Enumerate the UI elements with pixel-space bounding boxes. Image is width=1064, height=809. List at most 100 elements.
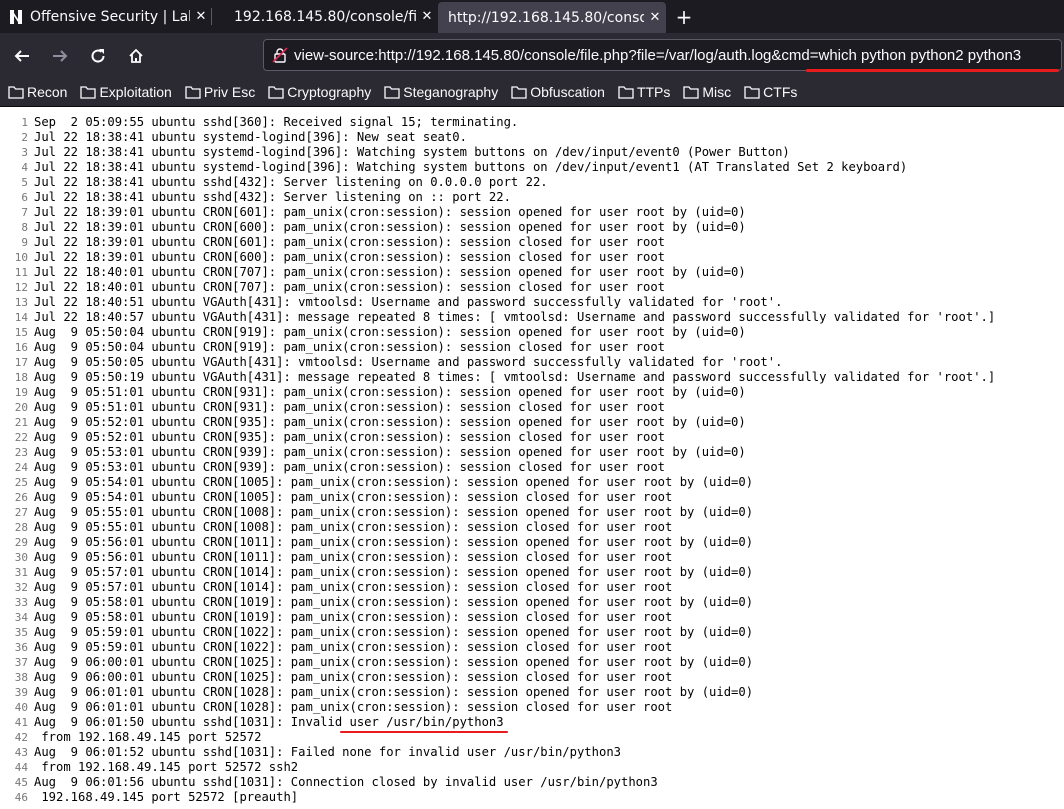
bookmark-label: Exploitation: [99, 84, 172, 100]
bookmark-folder-misc[interactable]: Misc: [683, 84, 731, 100]
close-tab-icon[interactable]: ✕: [190, 9, 212, 24]
source-line-text: Jul 22 18:39:01 ubuntu CRON[600]: pam_un…: [34, 220, 746, 234]
line-number: 5: [21, 176, 28, 189]
line-number: 9: [21, 236, 28, 249]
line-number: 29: [14, 536, 28, 549]
source-line: 18 Aug 9 05:50:19 ubuntu VGAuth[431]: mes…: [0, 370, 1064, 385]
source-line-text: Aug 9 06:01:01 ubuntu CRON[1028]: pam_un…: [34, 700, 673, 714]
source-line-text: Aug 9 06:01:01 ubuntu CRON[1028]: pam_un…: [34, 685, 754, 699]
line-number: 1: [21, 116, 28, 129]
new-tab-button[interactable]: +: [666, 0, 702, 33]
reload-icon: [91, 48, 105, 63]
tab-title: Offensive Security | Labs | Provin: [30, 8, 190, 25]
bookmark-label: Priv Esc: [203, 84, 256, 100]
source-line-text: Aug 9 06:00:01 ubuntu CRON[1025]: pam_un…: [34, 655, 754, 669]
bookmark-folder-ctfs[interactable]: CTFs: [744, 84, 797, 100]
line-number: 37: [14, 656, 28, 669]
line-number: 27: [14, 506, 28, 519]
line-number: 18: [14, 371, 28, 384]
source-line: 27 Aug 9 05:55:01 ubuntu CRON[1008]: pam_…: [0, 505, 1064, 520]
bookmark-folder-steganography[interactable]: Steganography: [384, 84, 498, 100]
bookmark-label: Misc: [702, 84, 732, 100]
source-line-text: Aug 9 05:50:19 ubuntu VGAuth[431]: messa…: [34, 370, 996, 384]
bookmark-label: Cryptography: [287, 84, 372, 100]
tab-title: 192.168.145.80/console/file.php?fi: [234, 8, 416, 25]
line-number: 31: [14, 566, 28, 579]
line-number: 11: [14, 266, 28, 279]
line-number: 33: [14, 596, 28, 609]
source-line: 43 Aug 9 06:01:52 ubuntu sshd[1031]: Fail…: [0, 745, 1064, 760]
source-line-text: Aug 9 05:55:01 ubuntu CRON[1008]: pam_un…: [34, 520, 673, 534]
source-line-text: Jul 22 18:39:01 ubuntu CRON[601]: pam_un…: [34, 235, 666, 249]
source-line: 26 Aug 9 05:54:01 ubuntu CRON[1005]: pam_…: [0, 490, 1064, 505]
source-line-text: Aug 9 05:50:04 ubuntu CRON[919]: pam_uni…: [34, 340, 666, 354]
source-line-text: Aug 9 05:59:01 ubuntu CRON[1022]: pam_un…: [34, 640, 673, 654]
line-number: 44: [14, 761, 28, 774]
source-line-text: Jul 22 18:38:41 ubuntu systemd-logind[39…: [34, 160, 908, 174]
source-line: 8 Jul 22 18:39:01 ubuntu CRON[600]: pam_u…: [0, 220, 1064, 235]
line-number: 26: [14, 491, 28, 504]
source-line: 6 Jul 22 18:38:41 ubuntu sshd[432]: Serve…: [0, 190, 1064, 205]
back-button[interactable]: [6, 40, 38, 72]
source-line-text: Jul 22 18:39:01 ubuntu CRON[601]: pam_un…: [34, 205, 746, 219]
source-line-text: Jul 22 18:40:01 ubuntu CRON[707]: pam_un…: [34, 280, 666, 294]
source-line-text: Aug 9 05:55:01 ubuntu CRON[1008]: pam_un…: [34, 505, 754, 519]
line-number: 35: [14, 626, 28, 639]
source-line: 36 Aug 9 05:59:01 ubuntu CRON[1022]: pam_…: [0, 640, 1064, 655]
bookmark-label: Steganography: [403, 84, 499, 100]
bookmark-folder-ttps[interactable]: TTPs: [618, 84, 670, 100]
source-line: 9 Jul 22 18:39:01 ubuntu CRON[601]: pam_u…: [0, 235, 1064, 250]
line-number: 41: [14, 716, 28, 729]
source-line: 12 Jul 22 18:40:01 ubuntu CRON[707]: pam_…: [0, 280, 1064, 295]
line-number: 39: [14, 686, 28, 699]
reload-button[interactable]: [82, 40, 114, 72]
source-line: 40 Aug 9 06:01:01 ubuntu CRON[1028]: pam_…: [0, 700, 1064, 715]
source-line-text: Jul 22 18:38:41 ubuntu systemd-logind[39…: [34, 130, 467, 144]
bookmark-label: CTFs: [763, 84, 798, 100]
line-number: 42: [14, 731, 28, 744]
home-button[interactable]: [120, 40, 152, 72]
line-number: 17: [14, 356, 28, 369]
bookmark-label: TTPs: [636, 84, 671, 100]
source-line: 1 Sep 2 05:09:55 ubuntu sshd[360]: Receiv…: [0, 115, 1064, 130]
source-line: 28 Aug 9 05:55:01 ubuntu CRON[1008]: pam_…: [0, 520, 1064, 535]
line-number: 6: [21, 191, 28, 204]
bookmark-folder-cryptography[interactable]: Cryptography: [268, 84, 371, 100]
bookmark-folder-obfuscation[interactable]: Obfuscation: [511, 84, 605, 100]
line-number: 40: [14, 701, 28, 714]
bookmark-label: Recon: [27, 84, 68, 100]
folder-icon: [683, 86, 700, 99]
bookmark-folder-exploitation[interactable]: Exploitation: [80, 84, 172, 100]
source-line: 13 Jul 22 18:40:51 ubuntu VGAuth[431]: vm…: [0, 295, 1064, 310]
back-arrow-icon: [14, 49, 29, 62]
source-line-text: Aug 9 05:57:01 ubuntu CRON[1014]: pam_un…: [34, 580, 673, 594]
close-tab-icon[interactable]: ✕: [416, 9, 438, 24]
bookmark-label: Obfuscation: [530, 84, 605, 100]
bookmark-folder-recon[interactable]: Recon: [8, 84, 67, 100]
source-line: 34 Aug 9 05:58:01 ubuntu CRON[1019]: pam_…: [0, 610, 1064, 625]
source-line-text: Jul 22 18:40:01 ubuntu CRON[707]: pam_un…: [34, 265, 746, 279]
tab-offensive-security[interactable]: Offensive Security | Labs | Provin ✕: [0, 0, 212, 33]
source-line-text: Jul 22 18:38:41 ubuntu sshd[432]: Server…: [34, 190, 511, 204]
source-line-text: Aug 9 05:54:01 ubuntu CRON[1005]: pam_un…: [34, 475, 754, 489]
url-bar[interactable]: view-source:http://192.168.145.80/consol…: [263, 39, 1062, 71]
source-line: 14 Jul 22 18:40:57 ubuntu VGAuth[431]: me…: [0, 310, 1064, 325]
folder-icon: [268, 86, 284, 99]
source-line-text: Jul 22 18:40:51 ubuntu VGAuth[431]: vmto…: [34, 295, 783, 309]
source-line: 15 Aug 9 05:50:04 ubuntu CRON[919]: pam_u…: [0, 325, 1064, 340]
tab-console-file[interactable]: 192.168.145.80/console/file.php?fi ✕: [212, 0, 438, 33]
source-line-text: Aug 9 05:52:01 ubuntu CRON[935]: pam_uni…: [34, 415, 746, 429]
source-line-text: Sep 2 05:09:55 ubuntu sshd[360]: Receive…: [34, 115, 519, 129]
line-number: 16: [14, 341, 28, 354]
source-line: 37 Aug 9 06:00:01 ubuntu CRON[1025]: pam_…: [0, 655, 1064, 670]
tab-view-source-active[interactable]: http://192.168.145.80/console/file.p ✕: [438, 2, 666, 33]
close-tab-icon[interactable]: ✕: [644, 10, 666, 25]
source-line: 11 Jul 22 18:40:01 ubuntu CRON[707]: pam_…: [0, 265, 1064, 280]
source-line-text: Aug 9 06:01:56 ubuntu sshd[1031]: Connec…: [34, 775, 658, 789]
source-line: 7 Jul 22 18:39:01 ubuntu CRON[601]: pam_u…: [0, 205, 1064, 220]
source-line-text: Aug 9 05:50:04 ubuntu CRON[919]: pam_uni…: [34, 325, 746, 339]
source-line-text: Aug 9 05:50:05 ubuntu VGAuth[431]: vmtoo…: [34, 355, 783, 369]
forward-button[interactable]: [44, 40, 76, 72]
bookmark-folder-priv-esc[interactable]: Priv Esc: [185, 84, 255, 100]
url-text[interactable]: view-source:http://192.168.145.80/consol…: [294, 47, 1021, 64]
